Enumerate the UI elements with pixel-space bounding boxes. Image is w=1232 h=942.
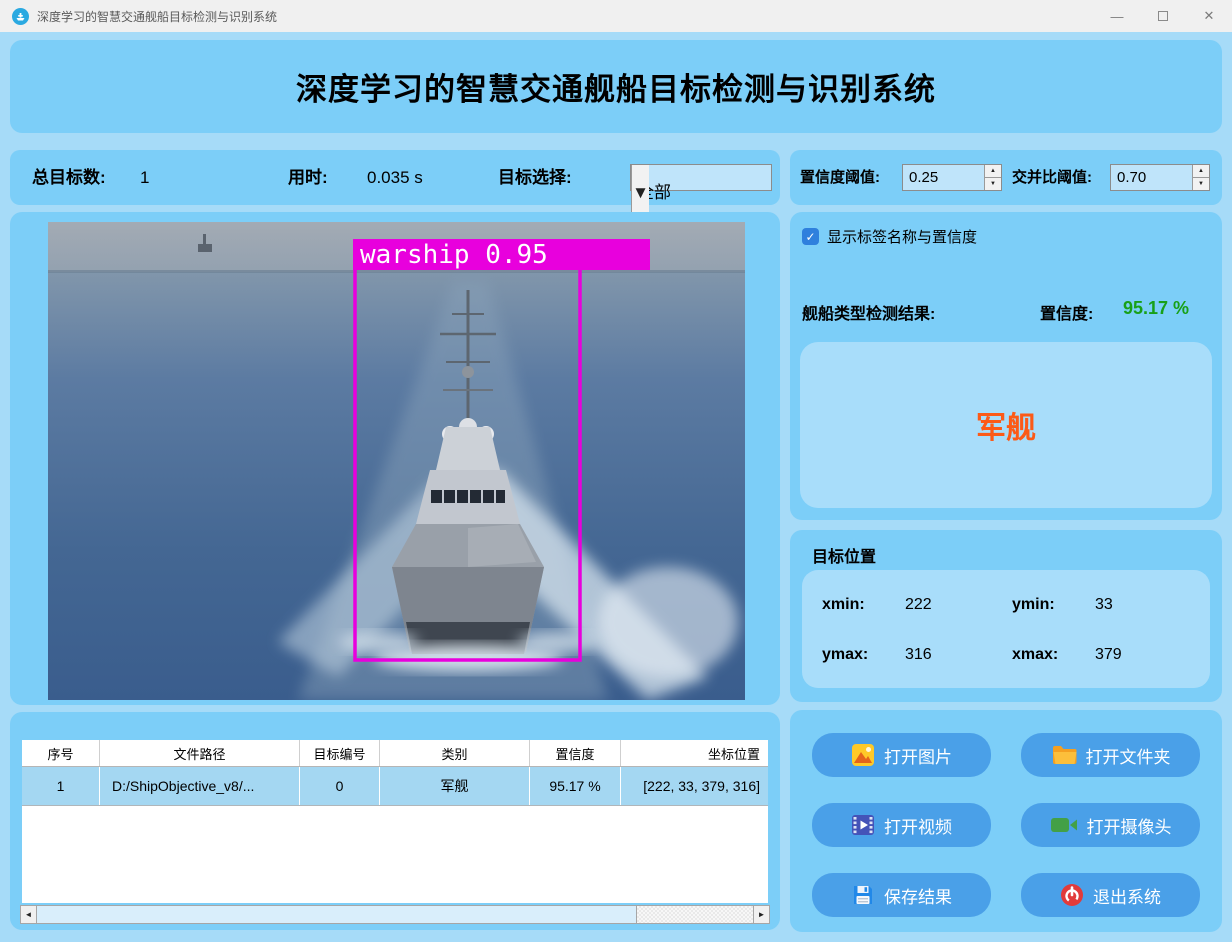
open-camera-label: 打开摄像头 — [1087, 813, 1172, 838]
app-icon — [12, 8, 29, 25]
confidence-label: 置信度: — [1040, 300, 1093, 324]
open-video-label: 打开视频 — [884, 813, 952, 838]
cell-coords: [222, 33, 379, 316] — [621, 767, 768, 805]
ship-type-result-label: 舰船类型检测结果: — [802, 300, 935, 324]
exit-system-button[interactable]: 退出系统 — [1021, 873, 1200, 917]
page-title: 深度学习的智慧交通舰船目标检测与识别系统 — [296, 64, 936, 109]
ymin-value: 33 — [1095, 596, 1113, 614]
open-image-label: 打开图片 — [884, 743, 952, 768]
table-header-row: 序号 文件路径 目标编号 类别 置信度 坐标位置 — [22, 740, 768, 767]
save-result-label: 保存结果 — [884, 883, 952, 908]
confidence-value: 95.17 % — [1123, 298, 1189, 319]
results-table-panel: 序号 文件路径 目标编号 类别 置信度 坐标位置 1 D:/ShipObject… — [10, 712, 780, 930]
ymin-label: ymin: — [1012, 596, 1055, 614]
xmax-value: 379 — [1095, 646, 1122, 664]
target-select-label: 目标选择: — [498, 150, 572, 205]
total-targets-value: 1 — [140, 150, 149, 205]
results-table: 序号 文件路径 目标编号 类别 置信度 坐标位置 1 D:/ShipObject… — [22, 740, 768, 903]
window-title: 深度学习的智慧交通舰船目标检测与识别系统 — [37, 8, 277, 25]
cell-filepath: D:/ShipObjective_v8/... — [100, 767, 300, 805]
cell-index: 1 — [22, 767, 100, 805]
detection-image: warship 0.95 — [48, 222, 745, 700]
iou-threshold-value: 0.70 — [1111, 165, 1192, 190]
save-result-button[interactable]: 保存结果 — [812, 873, 991, 917]
open-camera-button[interactable]: 打开摄像头 — [1021, 803, 1200, 847]
elapsed-time-value: 0.035 s — [367, 150, 423, 205]
target-position-title: 目标位置 — [812, 543, 876, 567]
detection-label: warship 0.95 — [360, 240, 548, 270]
xmax-label: xmax: — [1012, 646, 1058, 664]
maximize-button[interactable] — [1140, 0, 1186, 32]
open-video-button[interactable]: 打开视频 — [812, 803, 991, 847]
titlebar: 深度学习的智慧交通舰船目标检测与识别系统 — ✕ — [0, 0, 1232, 32]
cell-confidence: 95.17 % — [530, 767, 621, 805]
spin-down-icon[interactable]: ▼ — [1193, 178, 1209, 190]
show-labels-checkbox-label: 显示标签名称与置信度 — [827, 226, 977, 247]
minimize-icon: — — [1111, 9, 1124, 24]
iou-threshold-label: 交并比阈值: — [1012, 150, 1092, 205]
total-targets-label: 总目标数: — [32, 150, 106, 205]
detected-class-box: 军舰 — [800, 342, 1212, 508]
elapsed-time-label: 用时: — [288, 150, 328, 205]
col-header-confidence: 置信度 — [530, 740, 621, 766]
xmin-label: xmin: — [822, 596, 865, 614]
header-panel: 深度学习的智慧交通舰船目标检测与识别系统 — [10, 40, 1222, 133]
iou-threshold-spinbox[interactable]: 0.70 ▲ ▼ — [1110, 164, 1210, 191]
camera-icon — [1050, 813, 1078, 837]
col-header-target-id: 目标编号 — [300, 740, 380, 766]
scroll-right-icon[interactable]: ► — [753, 905, 770, 924]
video-icon — [851, 813, 875, 837]
cell-target-id: 0 — [300, 767, 380, 805]
ymax-label: ymax: — [822, 646, 868, 664]
show-labels-checkbox-row[interactable]: ✓ 显示标签名称与置信度 — [802, 226, 977, 247]
open-folder-button[interactable]: 打开文件夹 — [1021, 733, 1200, 777]
col-header-class: 类别 — [380, 740, 530, 766]
image-icon — [851, 743, 875, 767]
close-icon: ✕ — [1204, 8, 1215, 24]
col-header-index: 序号 — [22, 740, 100, 766]
exit-system-label: 退出系统 — [1093, 883, 1161, 908]
spin-up-icon[interactable]: ▲ — [985, 165, 1001, 178]
check-icon: ✓ — [805, 230, 815, 244]
cell-class: 军舰 — [380, 767, 530, 805]
col-header-filepath: 文件路径 — [100, 740, 300, 766]
maximize-icon — [1158, 11, 1168, 21]
col-header-coords: 坐标位置 — [621, 740, 768, 766]
spin-up-icon[interactable]: ▲ — [1193, 165, 1209, 178]
target-select-dropdown[interactable]: 全部 ▼ — [630, 164, 772, 191]
confidence-threshold-label: 置信度阈值: — [800, 150, 880, 205]
xmin-value: 222 — [905, 596, 932, 614]
scroll-left-icon[interactable]: ◄ — [20, 905, 37, 924]
power-icon — [1060, 883, 1084, 907]
action-buttons-panel: 打开图片 打开文件夹 打开视频 打 — [790, 710, 1222, 932]
close-button[interactable]: ✕ — [1186, 0, 1232, 32]
image-viewer-panel: warship 0.95 — [10, 212, 780, 705]
save-icon — [851, 883, 875, 907]
ymax-value: 316 — [905, 646, 932, 664]
checkbox-checked-icon[interactable]: ✓ — [802, 228, 819, 245]
app-window: 深度学习的智慧交通舰船目标检测与识别系统 — ✕ 深度学习的智慧交通舰船目标检测… — [0, 0, 1232, 942]
minimize-button[interactable]: — — [1094, 0, 1140, 32]
confidence-threshold-value: 0.25 — [903, 165, 984, 190]
scrollbar-track[interactable] — [637, 905, 753, 924]
folder-icon — [1051, 743, 1077, 767]
target-position-box: xmin: 222 ymin: 33 ymax: 316 xmax: 379 — [802, 570, 1210, 688]
spin-down-icon[interactable]: ▼ — [985, 178, 1001, 190]
horizontal-scrollbar[interactable]: ◄ ► — [20, 905, 770, 924]
confidence-threshold-spinbox[interactable]: 0.25 ▲ ▼ — [902, 164, 1002, 191]
thresholds-bar: 置信度阈值: 0.25 ▲ ▼ 交并比阈值: 0.70 ▲ ▼ — [790, 150, 1222, 205]
scrollbar-thumb[interactable] — [37, 905, 637, 924]
table-row[interactable]: 1 D:/ShipObjective_v8/... 0 军舰 95.17 % [… — [22, 767, 768, 806]
open-folder-label: 打开文件夹 — [1086, 743, 1171, 768]
detection-result-panel: ✓ 显示标签名称与置信度 舰船类型检测结果: 置信度: 95.17 % 军舰 — [790, 212, 1222, 520]
open-image-button[interactable]: 打开图片 — [812, 733, 991, 777]
stats-bar: 总目标数: 1 用时: 0.035 s 目标选择: 全部 ▼ — [10, 150, 780, 205]
target-position-panel: 目标位置 xmin: 222 ymin: 33 ymax: 316 xmax: … — [790, 530, 1222, 702]
detected-class-value: 军舰 — [976, 403, 1036, 447]
